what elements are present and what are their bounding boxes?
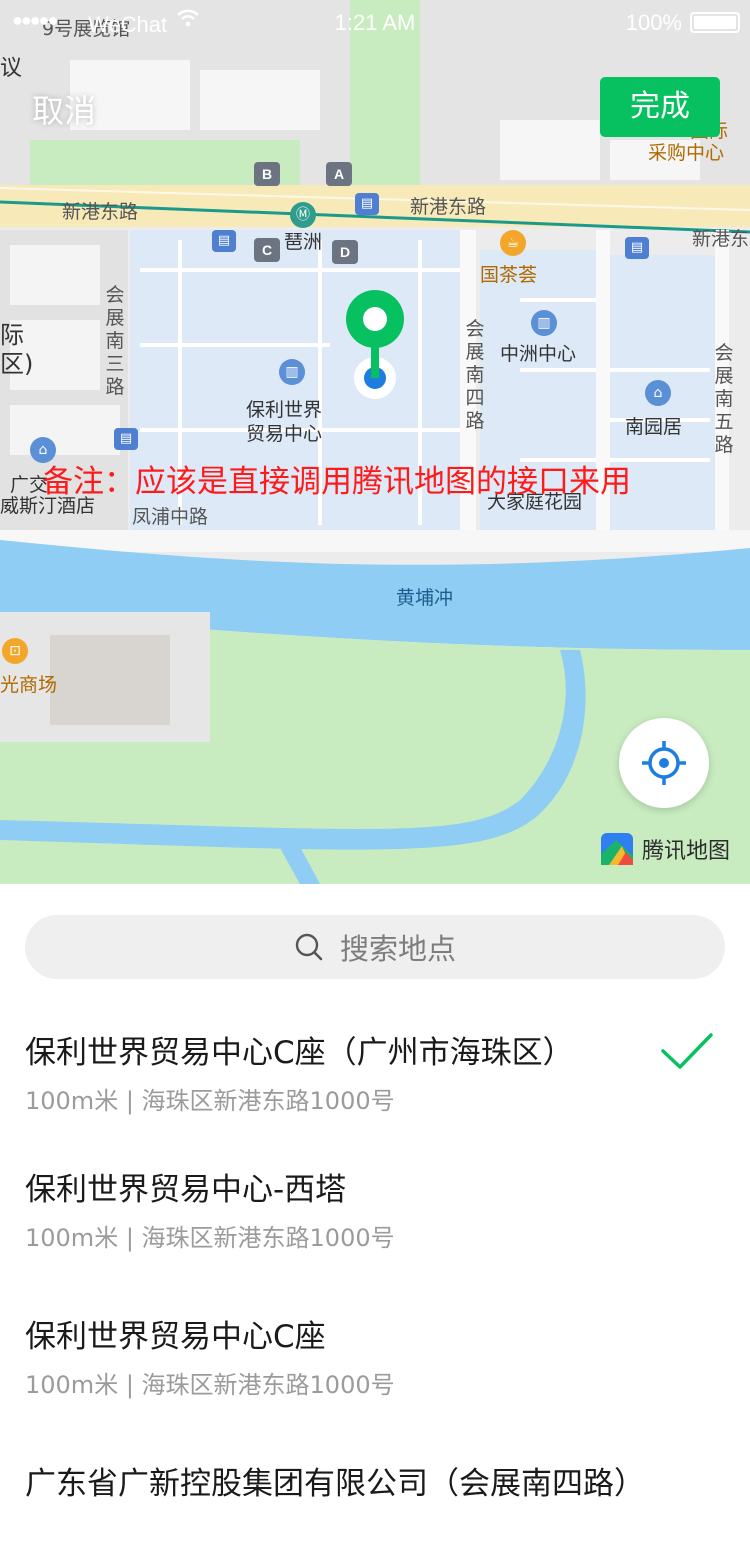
list-item[interactable]: 保利世界贸易中心-西塔 100m米 | 海珠区新港东路1000号 [0, 1142, 750, 1279]
bus-stop-icon[interactable]: ▤ [625, 237, 649, 259]
search-input[interactable]: 搜索地点 [25, 915, 725, 979]
checkmark-icon [661, 1033, 713, 1069]
map-label-purchase: 采购中心 [648, 142, 725, 164]
result-title: 广东省广新控股集团有限公司（会展南四路） [25, 1466, 645, 1502]
map-label-edge-a: 际 [0, 321, 24, 349]
tencent-map-logo-icon [601, 833, 633, 865]
crosshair-icon [642, 741, 686, 785]
map-label-xingang-west: 新港东路 [62, 201, 139, 223]
annotation-note: 备注：应该是直接调用腾讯地图的接口来用 [42, 464, 631, 500]
result-subtitle: 100m米 | 海珠区新港东路1000号 [25, 1371, 395, 1399]
metro-exit-a-icon: A [326, 162, 352, 186]
battery-icon [690, 12, 740, 33]
search-placeholder: 搜索地点 [339, 932, 456, 966]
result-title: 保利世界贸易中心-西塔 [25, 1172, 347, 1208]
map-label-pazhou: 琶洲 [284, 231, 323, 253]
result-title: 保利世界贸易中心C座 [25, 1319, 326, 1355]
building-icon[interactable]: ▥ [279, 359, 305, 385]
building-icon[interactable]: ▥ [531, 310, 557, 336]
cancel-button[interactable]: 取消 [32, 86, 96, 132]
bus-stop-icon[interactable]: ▤ [355, 193, 379, 215]
map-label-edge-b: 区) [0, 350, 34, 378]
map-label-guochayun: 国茶荟 [480, 264, 538, 286]
bus-stop-icon[interactable]: ▤ [114, 428, 138, 450]
metro-exit-d-icon: D [332, 240, 358, 264]
map-brand: 腾讯地图 [600, 832, 730, 866]
list-item[interactable]: 广东省广新控股集团有限公司（会展南四路） [0, 1436, 750, 1550]
map-label-zhongzhou: 中洲中心 [500, 343, 577, 365]
home-icon[interactable]: ⌂ [645, 380, 671, 406]
shopping-icon[interactable]: ⊡ [2, 638, 28, 664]
map-label-poly: 保利世界贸易中心 [246, 399, 323, 445]
status-bar: ●●●●● WeChat 1:21 AM 100% [0, 0, 750, 44]
restaurant-icon[interactable]: ☕ [500, 230, 526, 256]
map-view[interactable]: 9号展览馆 议 国际 采购中心 新港东路 新港东路 新港东 琶洲 国茶荟 会展南… [0, 0, 750, 884]
map-label-fengpu: 凤浦中路 [132, 506, 209, 528]
map-label-huangpu: 黄埔冲 [396, 587, 454, 609]
map-label-huizhan-san: 会展南三路 [105, 284, 125, 398]
locate-me-button[interactable] [619, 718, 709, 808]
metro-exit-b-icon: B [254, 162, 280, 186]
map-label-edge: 议 [0, 56, 23, 81]
list-item[interactable]: 保利世界贸易中心C座（广州市海珠区） 100m米 | 海珠区新港东路1000号 [0, 1005, 750, 1142]
map-label-xingang-east: 新港东 [692, 228, 750, 250]
map-label-xingang-center: 新港东路 [410, 196, 487, 218]
result-title: 保利世界贸易中心C座（广州市海珠区） [25, 1035, 574, 1071]
bus-stop-icon[interactable]: ▤ [212, 230, 236, 252]
location-pin-icon[interactable] [345, 290, 405, 400]
map-label-huizhan-si: 会展南四路 [465, 318, 485, 432]
map-label-mall: 光商场 [0, 674, 58, 696]
done-button[interactable]: 完成 [600, 77, 720, 137]
battery-percentage: 100% [625, 10, 682, 35]
metro-exit-c-icon: C [254, 238, 280, 262]
brand-name: 腾讯地图 [642, 839, 731, 864]
result-subtitle: 100m米 | 海珠区新港东路1000号 [25, 1087, 395, 1115]
list-item[interactable]: 保利世界贸易中心C座 100m米 | 海珠区新港东路1000号 [0, 1289, 750, 1426]
search-icon [295, 933, 323, 961]
metro-station-icon[interactable]: Ⓜ [290, 202, 316, 228]
result-subtitle: 100m米 | 海珠区新港东路1000号 [25, 1224, 395, 1252]
map-label-huizhan-wu: 会展南五路 [714, 342, 734, 456]
map-label-nanyuan: 南园居 [625, 416, 683, 438]
